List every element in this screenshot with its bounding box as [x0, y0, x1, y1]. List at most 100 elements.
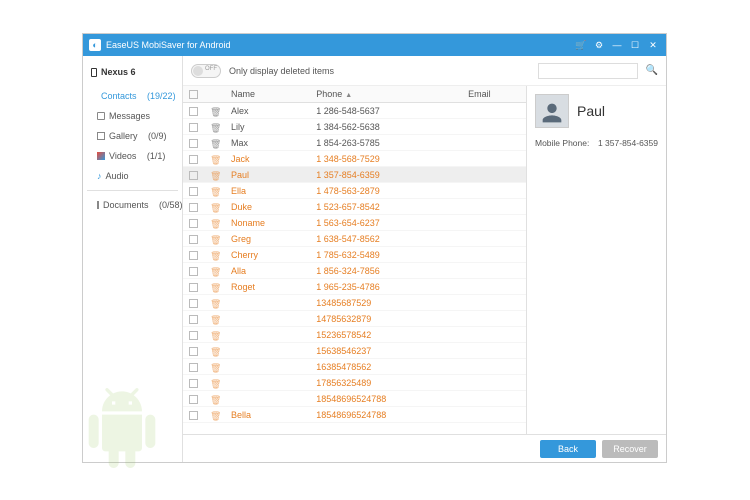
trash-icon: 🗑: [210, 395, 219, 404]
cell-name: Duke: [225, 199, 310, 215]
maximize-icon[interactable]: ☐: [628, 38, 642, 52]
sidebar-item-documents[interactable]: Documents (0/58): [87, 195, 178, 215]
cell-email: [462, 119, 526, 135]
cell-email: [462, 135, 526, 151]
device-name[interactable]: Nexus 6: [87, 64, 178, 80]
cell-phone: 14785632879: [310, 311, 462, 327]
sidebar-item-videos[interactable]: Videos (1/1): [87, 146, 178, 166]
table-row[interactable]: 🗑16385478562: [183, 359, 526, 375]
cell-email: [462, 295, 526, 311]
app-title: EaseUS MobiSaver for Android: [106, 40, 231, 50]
row-checkbox[interactable]: [189, 219, 198, 228]
trash-icon: 🗑: [210, 219, 219, 228]
table-row[interactable]: 🗑 Max1 854-263-5785: [183, 135, 526, 151]
app-window: EaseUS MobiSaver for Android 🛒 ⚙ — ☐ ✕ N…: [82, 33, 667, 463]
detail-phone-label: Mobile Phone:: [535, 138, 589, 148]
row-checkbox[interactable]: [189, 315, 198, 324]
table-row[interactable]: 🗑Noname1 563-654-6237: [183, 215, 526, 231]
search-icon[interactable]: 🔍: [646, 65, 658, 76]
row-checkbox[interactable]: [189, 379, 198, 388]
table-row[interactable]: 🗑Paul1 357-854-6359: [183, 167, 526, 183]
table-row[interactable]: 🗑 18548696524788: [183, 391, 526, 407]
cell-name: Max: [225, 135, 310, 151]
row-checkbox[interactable]: [189, 203, 198, 212]
recover-button[interactable]: Recover: [602, 440, 658, 458]
table-row[interactable]: 🗑Jack1 348-568-7529: [183, 151, 526, 167]
settings-icon[interactable]: ⚙: [592, 38, 606, 52]
cell-email: [462, 167, 526, 183]
cell-email: [462, 407, 526, 423]
table-row[interactable]: 🗑Roget1 965-235-4786: [183, 279, 526, 295]
cell-email: [462, 327, 526, 343]
cell-phone: 1 348-568-7529: [310, 151, 462, 167]
search-input[interactable]: [538, 63, 638, 79]
contacts-table[interactable]: Name Phone▲ Email 🗑Alex1 286-548-5637🗑Li…: [183, 86, 526, 434]
sidebar-item-contacts[interactable]: Contacts (19/22): [87, 86, 178, 106]
row-checkbox[interactable]: [189, 267, 198, 276]
row-checkbox[interactable]: [189, 395, 198, 404]
col-email[interactable]: Email: [462, 86, 526, 103]
row-checkbox[interactable]: [189, 171, 198, 180]
table-row[interactable]: 🗑Bella18548696524788: [183, 407, 526, 423]
cell-name: Noname: [225, 215, 310, 231]
trash-icon: 🗑: [210, 155, 219, 164]
cell-name: [225, 327, 310, 343]
table-row[interactable]: 🗑Lily1 384-562-5638: [183, 119, 526, 135]
back-button[interactable]: Back: [540, 440, 596, 458]
minimize-icon[interactable]: —: [610, 38, 624, 52]
trash-icon: 🗑: [210, 171, 219, 180]
gallery-icon: [97, 132, 105, 140]
cell-email: [462, 151, 526, 167]
trash-icon: 🗑: [210, 283, 219, 292]
row-checkbox[interactable]: [189, 107, 198, 116]
row-checkbox[interactable]: [189, 139, 198, 148]
table-row[interactable]: 🗑13485687529: [183, 295, 526, 311]
table-row[interactable]: 🗑15236578542: [183, 327, 526, 343]
audio-icon: ♪: [97, 172, 102, 180]
detail-phone-value: 1 357-854-6359: [598, 138, 658, 148]
sidebar-item-audio[interactable]: ♪ Audio: [87, 166, 178, 186]
sidebar-item-messages[interactable]: Messages: [87, 106, 178, 126]
row-checkbox[interactable]: [189, 155, 198, 164]
close-icon[interactable]: ✕: [646, 38, 660, 52]
row-checkbox[interactable]: [189, 363, 198, 372]
row-checkbox[interactable]: [189, 347, 198, 356]
row-checkbox[interactable]: [189, 331, 198, 340]
deleted-only-toggle[interactable]: [191, 64, 221, 78]
trash-icon: 🗑: [210, 251, 219, 260]
row-checkbox[interactable]: [189, 283, 198, 292]
trash-icon: 🗑: [210, 107, 219, 116]
select-all-checkbox[interactable]: [189, 90, 198, 99]
table-row[interactable]: 🗑17856325489: [183, 375, 526, 391]
col-name[interactable]: Name: [225, 86, 310, 103]
row-checkbox[interactable]: [189, 251, 198, 260]
row-checkbox[interactable]: [189, 123, 198, 132]
cell-phone: 15236578542: [310, 327, 462, 343]
row-checkbox[interactable]: [189, 411, 198, 420]
avatar: [535, 94, 569, 128]
table-row[interactable]: 🗑15638546237: [183, 343, 526, 359]
table-row[interactable]: 🗑Cherry1 785-632-5489: [183, 247, 526, 263]
table-row[interactable]: 🗑Ella1 478-563-2879: [183, 183, 526, 199]
row-checkbox[interactable]: [189, 187, 198, 196]
cell-email: [462, 199, 526, 215]
table-row[interactable]: 🗑Alla1 856-324-7856: [183, 263, 526, 279]
table-row[interactable]: 🗑Duke1 523-657-8542: [183, 199, 526, 215]
cell-phone: 18548696524788: [310, 391, 462, 407]
trash-icon: 🗑: [210, 139, 219, 148]
table-row[interactable]: 🗑14785632879: [183, 311, 526, 327]
cell-phone: 1 856-324-7856: [310, 263, 462, 279]
cart-icon[interactable]: 🛒: [574, 38, 588, 52]
cell-name: [225, 391, 310, 407]
table-row[interactable]: 🗑Greg1 638-547-8562: [183, 231, 526, 247]
cell-name: Lily: [225, 119, 310, 135]
table-row[interactable]: 🗑Alex1 286-548-5637: [183, 103, 526, 119]
col-phone[interactable]: Phone▲: [310, 86, 462, 103]
cell-email: [462, 247, 526, 263]
row-checkbox[interactable]: [189, 235, 198, 244]
cell-phone: 1 854-263-5785: [310, 135, 462, 151]
toolbar: Only display deleted items 🔍: [183, 56, 666, 86]
cell-phone: 18548696524788: [310, 407, 462, 423]
row-checkbox[interactable]: [189, 299, 198, 308]
sidebar-item-gallery[interactable]: Gallery (0/9): [87, 126, 178, 146]
